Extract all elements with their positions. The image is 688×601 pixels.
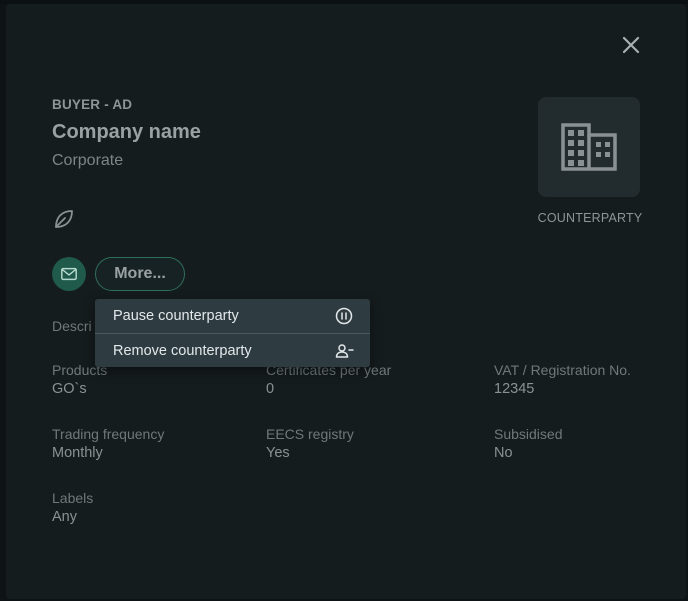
person-remove-icon bbox=[335, 343, 354, 358]
menu-item-label: Pause counterparty bbox=[113, 308, 239, 324]
mail-icon bbox=[61, 267, 77, 281]
vat-label: VAT / Registration No. bbox=[494, 362, 631, 378]
avatar bbox=[538, 97, 640, 197]
company-type: Corporate bbox=[52, 152, 124, 169]
menu-item-remove-counterparty[interactable]: Remove counterparty bbox=[95, 333, 370, 367]
products-value: GO`s bbox=[52, 381, 87, 397]
description-label: Descri bbox=[52, 318, 92, 334]
subsidised-value: No bbox=[494, 445, 513, 461]
more-actions-menu: Pause counterparty Remove counterparty bbox=[95, 299, 370, 367]
eecs-registry-label: EECS registry bbox=[266, 426, 354, 442]
labels-value: Any bbox=[52, 509, 77, 525]
trading-frequency-label: Trading frequency bbox=[52, 426, 165, 442]
subsidised-label: Subsidised bbox=[494, 426, 563, 442]
labels-label: Labels bbox=[52, 490, 94, 506]
close-icon bbox=[622, 36, 640, 54]
avatar-caption: COUNTERPARTY bbox=[537, 211, 643, 225]
email-button[interactable] bbox=[52, 257, 86, 291]
eecs-registry-value: Yes bbox=[266, 445, 290, 461]
certificates-value: 0 bbox=[266, 381, 275, 397]
page-title: Company name bbox=[52, 121, 201, 143]
role-kicker: BUYER - AD bbox=[52, 97, 133, 112]
menu-item-pause-counterparty[interactable]: Pause counterparty bbox=[95, 299, 370, 333]
leaf-icon bbox=[52, 207, 76, 231]
close-button[interactable] bbox=[616, 30, 646, 60]
trading-frequency-value: Monthly bbox=[52, 445, 103, 461]
more-button[interactable]: More... bbox=[95, 257, 185, 291]
vat-value: 12345 bbox=[494, 381, 535, 397]
building-icon bbox=[561, 123, 617, 171]
pause-circle-icon bbox=[335, 307, 353, 325]
menu-item-label: Remove counterparty bbox=[113, 342, 252, 359]
